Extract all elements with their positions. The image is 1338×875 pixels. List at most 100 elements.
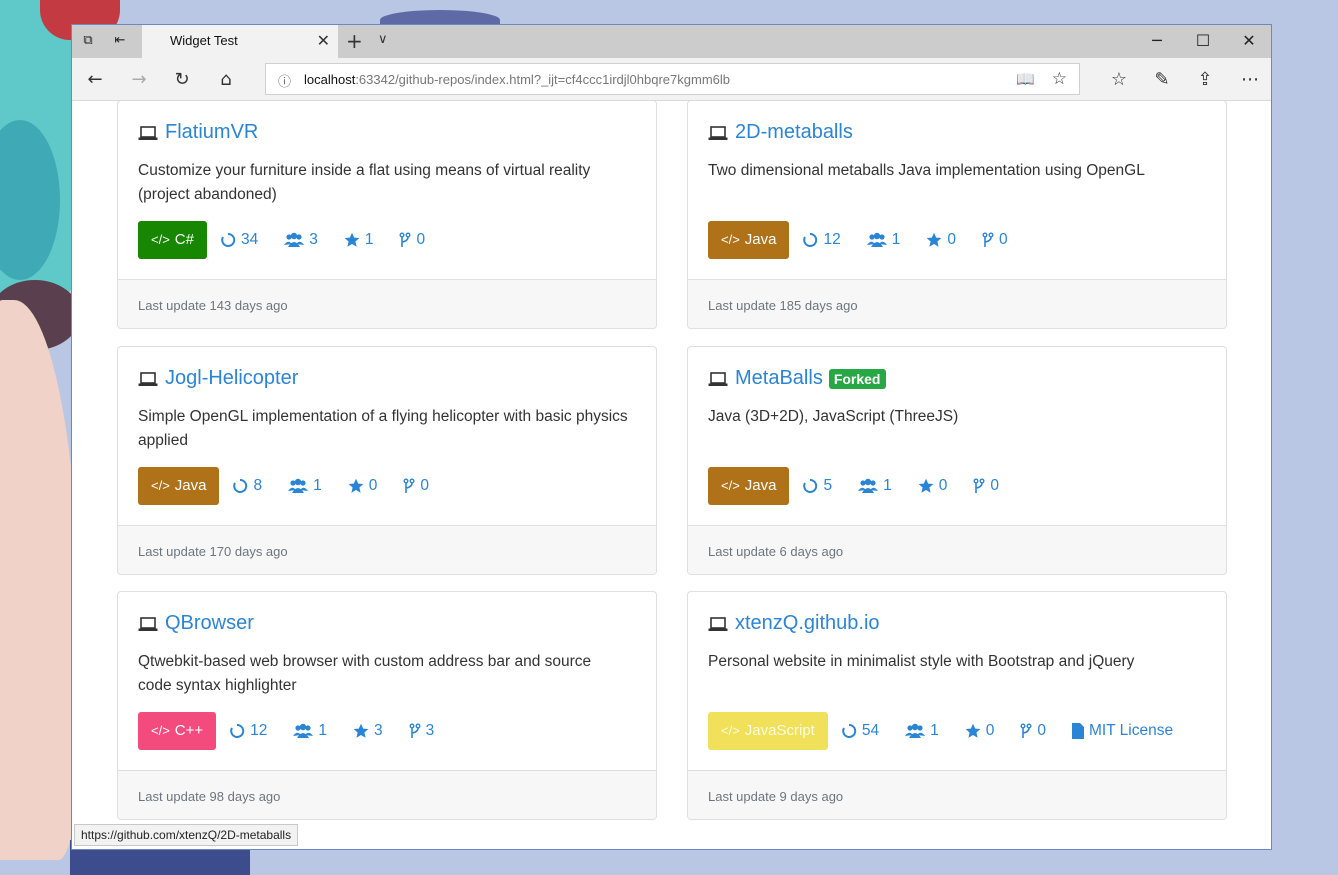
address-url: localhost:63342/github-repos/index.html?… xyxy=(304,72,730,87)
repo-description: Java (3D+2D), JavaScript (ThreeJS) xyxy=(708,408,959,425)
language-button[interactable]: </> C# xyxy=(138,221,207,259)
forks-stat[interactable]: 0 xyxy=(982,231,1008,249)
tabs-aside-icon[interactable]: ⧉ xyxy=(80,33,96,49)
repo-stats: </> Java 12 1 0 0 xyxy=(708,221,1034,259)
last-update-text: Last update 170 days ago xyxy=(138,544,288,559)
reading-view-icon[interactable]: 📖 xyxy=(1016,70,1035,88)
repo-name-link[interactable]: xtenzQ.github.io xyxy=(735,612,880,635)
stars-stat[interactable]: 0 xyxy=(918,477,947,495)
laptop-icon xyxy=(138,616,158,631)
laptop-icon xyxy=(708,616,728,631)
forks-stat[interactable]: 3 xyxy=(409,722,434,740)
back-arrow-icon[interactable]: ← xyxy=(83,68,107,92)
repo-size-stat[interactable]: 8 xyxy=(232,477,262,495)
home-icon[interactable]: ⌂ xyxy=(214,68,238,92)
stars-stat[interactable]: 0 xyxy=(348,477,377,495)
stars-stat[interactable]: 3 xyxy=(353,722,383,740)
repo-description: Personal website in minimalist style wit… xyxy=(708,653,1135,670)
code-icon: </> xyxy=(151,723,170,738)
repo-stats: </> Java 5 1 0 0 xyxy=(708,467,1025,505)
status-bar-url: https://github.com/xtenzQ/2D-metaballs xyxy=(74,824,299,846)
contributors-stat[interactable]: 1 xyxy=(293,722,327,740)
last-update-text: Last update 98 days ago xyxy=(138,789,281,804)
stars-stat[interactable]: 0 xyxy=(926,231,956,249)
page-viewport: FlatiumVR Customize your furniture insid… xyxy=(72,101,1271,849)
refresh-icon[interactable]: ↻ xyxy=(170,68,194,92)
language-button[interactable]: </> Java xyxy=(708,467,790,505)
new-tab-icon[interactable]: + xyxy=(346,29,363,53)
stars-stat[interactable]: 1 xyxy=(344,231,373,249)
repo-description: Customize your furniture inside a flat u… xyxy=(138,162,591,203)
star-icon xyxy=(918,478,934,493)
last-update-text: Last update 185 days ago xyxy=(708,298,858,313)
file-icon xyxy=(1071,723,1084,739)
address-bar[interactable]: ⓘ localhost:63342/github-repos/index.htm… xyxy=(265,63,1080,95)
repo-size-stat[interactable]: 12 xyxy=(802,231,841,249)
users-icon xyxy=(284,232,305,247)
card-title: Jogl-Helicopter xyxy=(138,367,298,390)
tab-widget-test[interactable]: Widget Test ✕ xyxy=(142,25,338,58)
fork-icon xyxy=(1020,723,1032,738)
repo-size-stat[interactable]: 5 xyxy=(802,477,832,495)
favorites-list-icon[interactable]: ☆ xyxy=(1107,68,1131,92)
fork-icon xyxy=(399,232,411,247)
repo-card: MetaBalls Forked Java (3D+2D), JavaScrip… xyxy=(687,346,1227,575)
chevron-down-icon[interactable]: ∨ xyxy=(378,32,388,47)
repo-size-stat[interactable]: 34 xyxy=(220,231,258,249)
contributors-stat[interactable]: 1 xyxy=(858,477,892,495)
card-footer: Last update 6 days ago xyxy=(688,525,1226,574)
forks-stat[interactable]: 0 xyxy=(399,231,425,249)
forward-arrow-icon[interactable]: → xyxy=(127,68,151,92)
users-icon xyxy=(293,723,314,738)
contributors-stat[interactable]: 3 xyxy=(284,231,318,249)
star-favorite-icon[interactable]: ☆ xyxy=(1052,69,1067,89)
more-menu-icon[interactable]: ⋯ xyxy=(1238,68,1262,92)
pen-notes-icon[interactable]: ✎ xyxy=(1150,68,1174,92)
language-button[interactable]: </> Java xyxy=(138,467,220,505)
language-button[interactable]: </> JavaScript xyxy=(708,712,828,750)
share-icon[interactable]: ⇪ xyxy=(1193,68,1217,92)
minimize-icon[interactable]: ─ xyxy=(1137,31,1177,50)
repo-name-link[interactable]: FlatiumVR xyxy=(165,121,258,144)
info-icon[interactable]: ⓘ xyxy=(278,71,291,90)
circle-notch-icon xyxy=(803,478,818,493)
card-body: Jogl-Helicopter Simple OpenGL implementa… xyxy=(118,347,656,526)
circle-notch-icon xyxy=(842,723,857,738)
repo-name-link[interactable]: 2D-metaballs xyxy=(735,121,853,144)
fork-icon xyxy=(403,478,415,493)
tab-bar: ⧉ ⇤ Widget Test ✕ + ∨ ─ ☐ ✕ xyxy=(72,25,1271,58)
repo-card: QBrowser Qtwebkit-based web browser with… xyxy=(117,591,657,820)
fork-icon xyxy=(409,723,421,738)
last-update-text: Last update 6 days ago xyxy=(708,544,844,559)
repo-description: Two dimensional metaballs Java implement… xyxy=(708,162,1145,179)
forks-stat[interactable]: 0 xyxy=(403,477,429,495)
forks-stat[interactable]: 0 xyxy=(973,477,999,495)
language-button[interactable]: </> C++ xyxy=(138,712,217,750)
last-update-text: Last update 143 days ago xyxy=(138,298,288,313)
contributors-stat[interactable]: 1 xyxy=(905,722,939,740)
repo-name-link[interactable]: QBrowser xyxy=(165,612,254,635)
repo-description: Simple OpenGL implementation of a flying… xyxy=(138,408,628,449)
maximize-icon[interactable]: ☐ xyxy=(1183,31,1223,50)
card-footer: Last update 9 days ago xyxy=(688,770,1226,819)
code-icon: </> xyxy=(721,232,740,247)
last-update-text: Last update 9 days ago xyxy=(708,789,844,804)
repo-name-link[interactable]: MetaBalls xyxy=(735,367,823,390)
contributors-stat[interactable]: 1 xyxy=(866,231,900,249)
contributors-stat[interactable]: 1 xyxy=(288,477,322,495)
repo-size-stat[interactable]: 54 xyxy=(841,722,879,740)
stars-stat[interactable]: 0 xyxy=(965,722,994,740)
star-icon xyxy=(926,232,942,247)
license-stat[interactable]: MIT License xyxy=(1071,722,1173,740)
forks-stat[interactable]: 0 xyxy=(1020,722,1046,740)
repo-size-stat[interactable]: 12 xyxy=(229,722,267,740)
card-title: xtenzQ.github.io xyxy=(708,612,880,635)
repo-name-link[interactable]: Jogl-Helicopter xyxy=(165,367,298,390)
close-window-icon[interactable]: ✕ xyxy=(1229,31,1269,50)
language-button[interactable]: </> Java xyxy=(708,221,790,259)
star-icon xyxy=(348,478,364,493)
code-icon: </> xyxy=(151,478,170,493)
close-tab-icon[interactable]: ✕ xyxy=(317,31,330,50)
restore-tabs-icon[interactable]: ⇤ xyxy=(112,33,128,49)
card-footer: Last update 185 days ago xyxy=(688,279,1226,328)
